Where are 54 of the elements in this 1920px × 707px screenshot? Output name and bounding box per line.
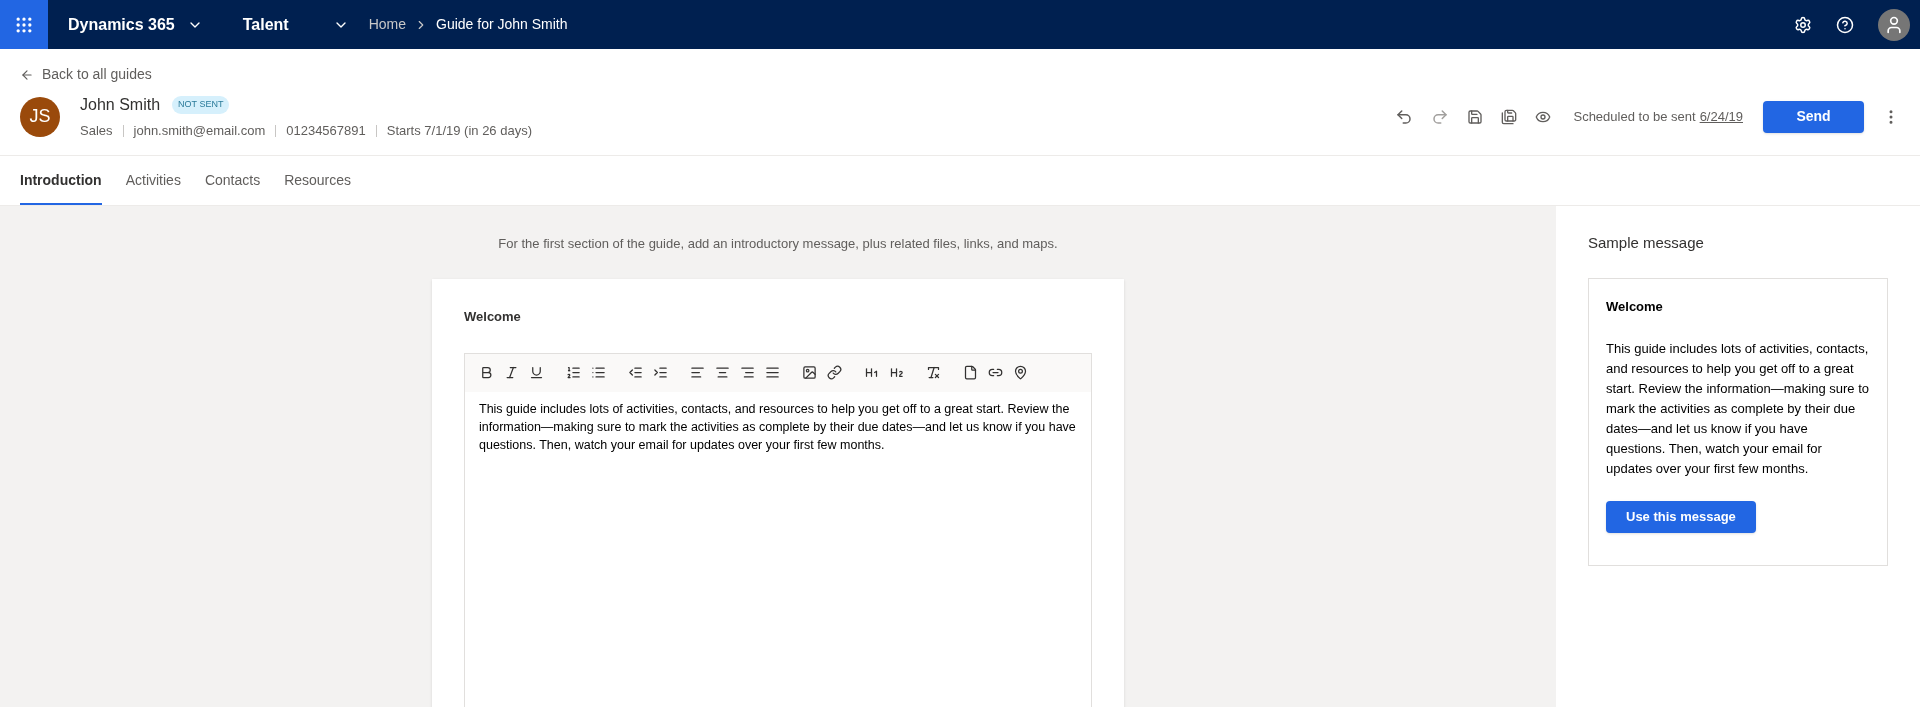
- app-launcher-button[interactable]: [0, 0, 48, 49]
- employee-detail: john.smith@email.com: [133, 122, 266, 140]
- heading-one-icon[interactable]: [864, 365, 879, 380]
- indent-icon[interactable]: [653, 365, 668, 380]
- rich-text-editor[interactable]: [464, 352, 1092, 707]
- person-icon: [1884, 14, 1904, 35]
- clear-format-icon[interactable]: [926, 365, 941, 380]
- tab[interactable]: Contacts: [204, 169, 261, 205]
- schedule-date-link[interactable]: 6/24/19: [1699, 107, 1743, 127]
- justify-icon[interactable]: [765, 365, 780, 380]
- save-copy-icon[interactable]: [1501, 108, 1518, 125]
- redo-icon[interactable]: [1431, 107, 1450, 126]
- tab[interactable]: Introduction: [20, 169, 102, 205]
- sample-title: Welcome: [1606, 298, 1664, 316]
- breadcrumb-link[interactable]: Home: [368, 14, 407, 35]
- heading-two-icon[interactable]: [889, 365, 904, 380]
- status-badge: NOT SENT: [172, 96, 230, 114]
- employee-name: John Smith: [80, 95, 161, 115]
- employee-detail: 01234567891: [286, 122, 366, 140]
- map-pin-icon[interactable]: [1013, 365, 1028, 380]
- send-button[interactable]: Send: [1763, 100, 1864, 133]
- breadcrumb-current: Guide for John Smith: [436, 15, 568, 34]
- use-message-button[interactable]: Use this message: [1606, 500, 1756, 533]
- save-icon[interactable]: [1467, 108, 1484, 125]
- hint-text: For the first section of the guide, add an introductory message, plus related files, links, and maps.: [498, 234, 1058, 253]
- align-center-icon[interactable]: [715, 365, 730, 380]
- image-icon[interactable]: [802, 365, 817, 380]
- underline-icon[interactable]: [529, 365, 544, 380]
- profile-avatar[interactable]: [1878, 8, 1910, 41]
- align-left-icon[interactable]: [690, 365, 705, 380]
- tab[interactable]: Activities: [125, 169, 181, 205]
- employee-detail: Starts 7/1/19 (in 26 days): [386, 122, 532, 140]
- undo-icon[interactable]: [1395, 107, 1414, 126]
- back-link[interactable]: Back to all guides: [20, 64, 152, 85]
- sample-body-text: This guide includes lots of activities, contacts, and resources to help you get off to a great start. Review the information—making sure to mark the activities as complete by their due dates—and let us know if you have questions. Then, watch your email for updates over your first few months.: [1606, 339, 1870, 478]
- outdent-icon[interactable]: [628, 365, 643, 380]
- bullet-list-icon[interactable]: [591, 365, 606, 380]
- app-switcher[interactable]: Dynamics 365: [68, 12, 203, 37]
- employee-detail: Sales: [80, 122, 113, 140]
- avatar: JS: [20, 96, 60, 137]
- settings-icon[interactable]: [1794, 15, 1812, 34]
- help-icon[interactable]: [1836, 15, 1854, 34]
- italic-icon[interactable]: [504, 365, 519, 380]
- bold-icon[interactable]: [479, 365, 494, 380]
- section-title: Welcome: [464, 308, 522, 326]
- module-name: Talent: [242, 14, 289, 35]
- schedule-text: Scheduled to be sent: [1573, 108, 1696, 126]
- panel-title: Sample message: [1588, 232, 1705, 253]
- editor-body-text: This guide includes lots of activities, contacts, and resources to help you get off to a great start. Review the information—making sure to mark the activities as complete by their due dates—and let us know if you have questions. Then, watch your email for updates over your first few months.: [478, 400, 1077, 454]
- link-icon[interactable]: [827, 365, 842, 380]
- align-right-icon[interactable]: [740, 365, 755, 380]
- document-icon[interactable]: [963, 365, 978, 380]
- numbered-list-icon[interactable]: [566, 365, 581, 380]
- tab[interactable]: Resources: [284, 169, 352, 205]
